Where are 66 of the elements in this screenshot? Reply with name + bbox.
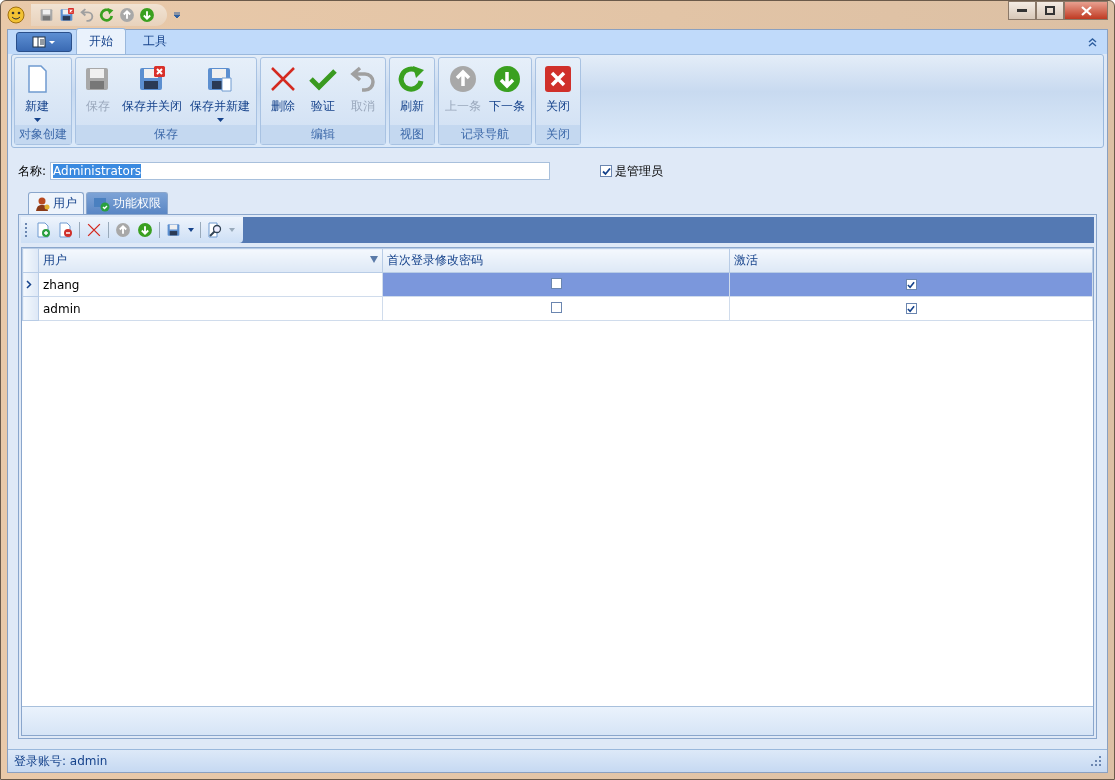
group-label: 记录导航: [439, 125, 531, 144]
screen-check-icon: [93, 195, 111, 212]
down-arrow-circle-icon: [139, 7, 155, 23]
application-menu-button[interactable]: [16, 32, 72, 52]
name-label: 名称:: [18, 162, 47, 180]
minimize-icon: [1017, 8, 1027, 13]
customize-dropdown-icon[interactable]: [173, 11, 181, 19]
current-row-icon: [26, 279, 32, 289]
up-arrow-circle-icon: [448, 64, 478, 94]
up-arrow-circle-icon: [119, 7, 135, 23]
name-field[interactable]: Administrators: [50, 162, 551, 180]
ribbon-button[interactable]: 刷新: [392, 58, 432, 125]
checkbox[interactable]: [905, 303, 917, 314]
up-arrow-circle-icon: [115, 222, 131, 238]
floppy-x-icon: [59, 7, 75, 23]
down-arrow-circle-icon: [492, 64, 522, 94]
refresh-icon: [397, 64, 427, 94]
resize-grip-icon: [1091, 756, 1101, 766]
group-label: 编辑: [261, 125, 385, 144]
undo-arrow-icon: [79, 7, 95, 23]
close-icon: [1080, 5, 1092, 16]
down-arrow-circle-icon: [137, 222, 153, 238]
refresh-icon: [99, 7, 115, 23]
group-label: 对象创建: [15, 125, 71, 144]
ribbon-button[interactable]: 保存并关闭: [118, 58, 186, 125]
group-label: 保存: [76, 125, 256, 144]
checkbox[interactable]: [905, 279, 917, 290]
check-icon: [601, 166, 611, 176]
ribbon-button[interactable]: 删除: [263, 58, 303, 125]
ribbon-tab[interactable]: 工具: [130, 28, 180, 54]
status-text: 登录账号: admin: [14, 752, 108, 770]
close-icon: [543, 64, 573, 94]
undo-arrow-icon: [348, 64, 378, 94]
collapse-ribbon-icon[interactable]: [1088, 37, 1097, 47]
group-label: 视图: [390, 125, 434, 144]
magnifier-icon[interactable]: [207, 222, 223, 238]
table-cell: zhang: [38, 272, 383, 297]
ribbon-button[interactable]: 新建: [17, 58, 57, 125]
close-button[interactable]: [1064, 1, 1108, 20]
smiley-mask-icon[interactable]: [7, 6, 25, 24]
ribbon-button[interactable]: 关闭: [538, 58, 578, 125]
menu-icon: [32, 36, 56, 48]
checkbox[interactable]: [550, 301, 562, 313]
dropdown-arrow-icon[interactable]: [188, 228, 194, 232]
maximize-icon: [1045, 6, 1055, 15]
checkbox[interactable]: [550, 277, 562, 289]
maximize-button[interactable]: [1036, 1, 1064, 20]
group-label: 关闭: [536, 125, 580, 144]
check-icon: [907, 280, 915, 289]
ribbon-button[interactable]: 保存并新建: [186, 58, 254, 125]
person-icon: [35, 195, 51, 212]
filter-arrow-icon[interactable]: [370, 256, 378, 263]
ribbon-tab[interactable]: 开始: [76, 28, 126, 54]
ribbon-button[interactable]: 验证: [303, 58, 343, 125]
column-header[interactable]: 首次登录修改密码: [382, 248, 730, 273]
minimize-button[interactable]: [1008, 1, 1036, 20]
column-header[interactable]: 用户: [38, 248, 383, 273]
table-cell: admin: [38, 296, 383, 321]
admin-checkbox[interactable]: 是管理员: [600, 162, 664, 180]
detail-tab[interactable]: 用户: [28, 192, 84, 214]
add-page-icon[interactable]: [35, 222, 51, 238]
x-mark-icon: [86, 222, 102, 238]
remove-page-icon[interactable]: [57, 222, 73, 238]
column-header[interactable]: 激活: [729, 248, 1093, 273]
ribbon-button[interactable]: 下一条: [485, 58, 529, 125]
check-icon: [907, 304, 915, 313]
